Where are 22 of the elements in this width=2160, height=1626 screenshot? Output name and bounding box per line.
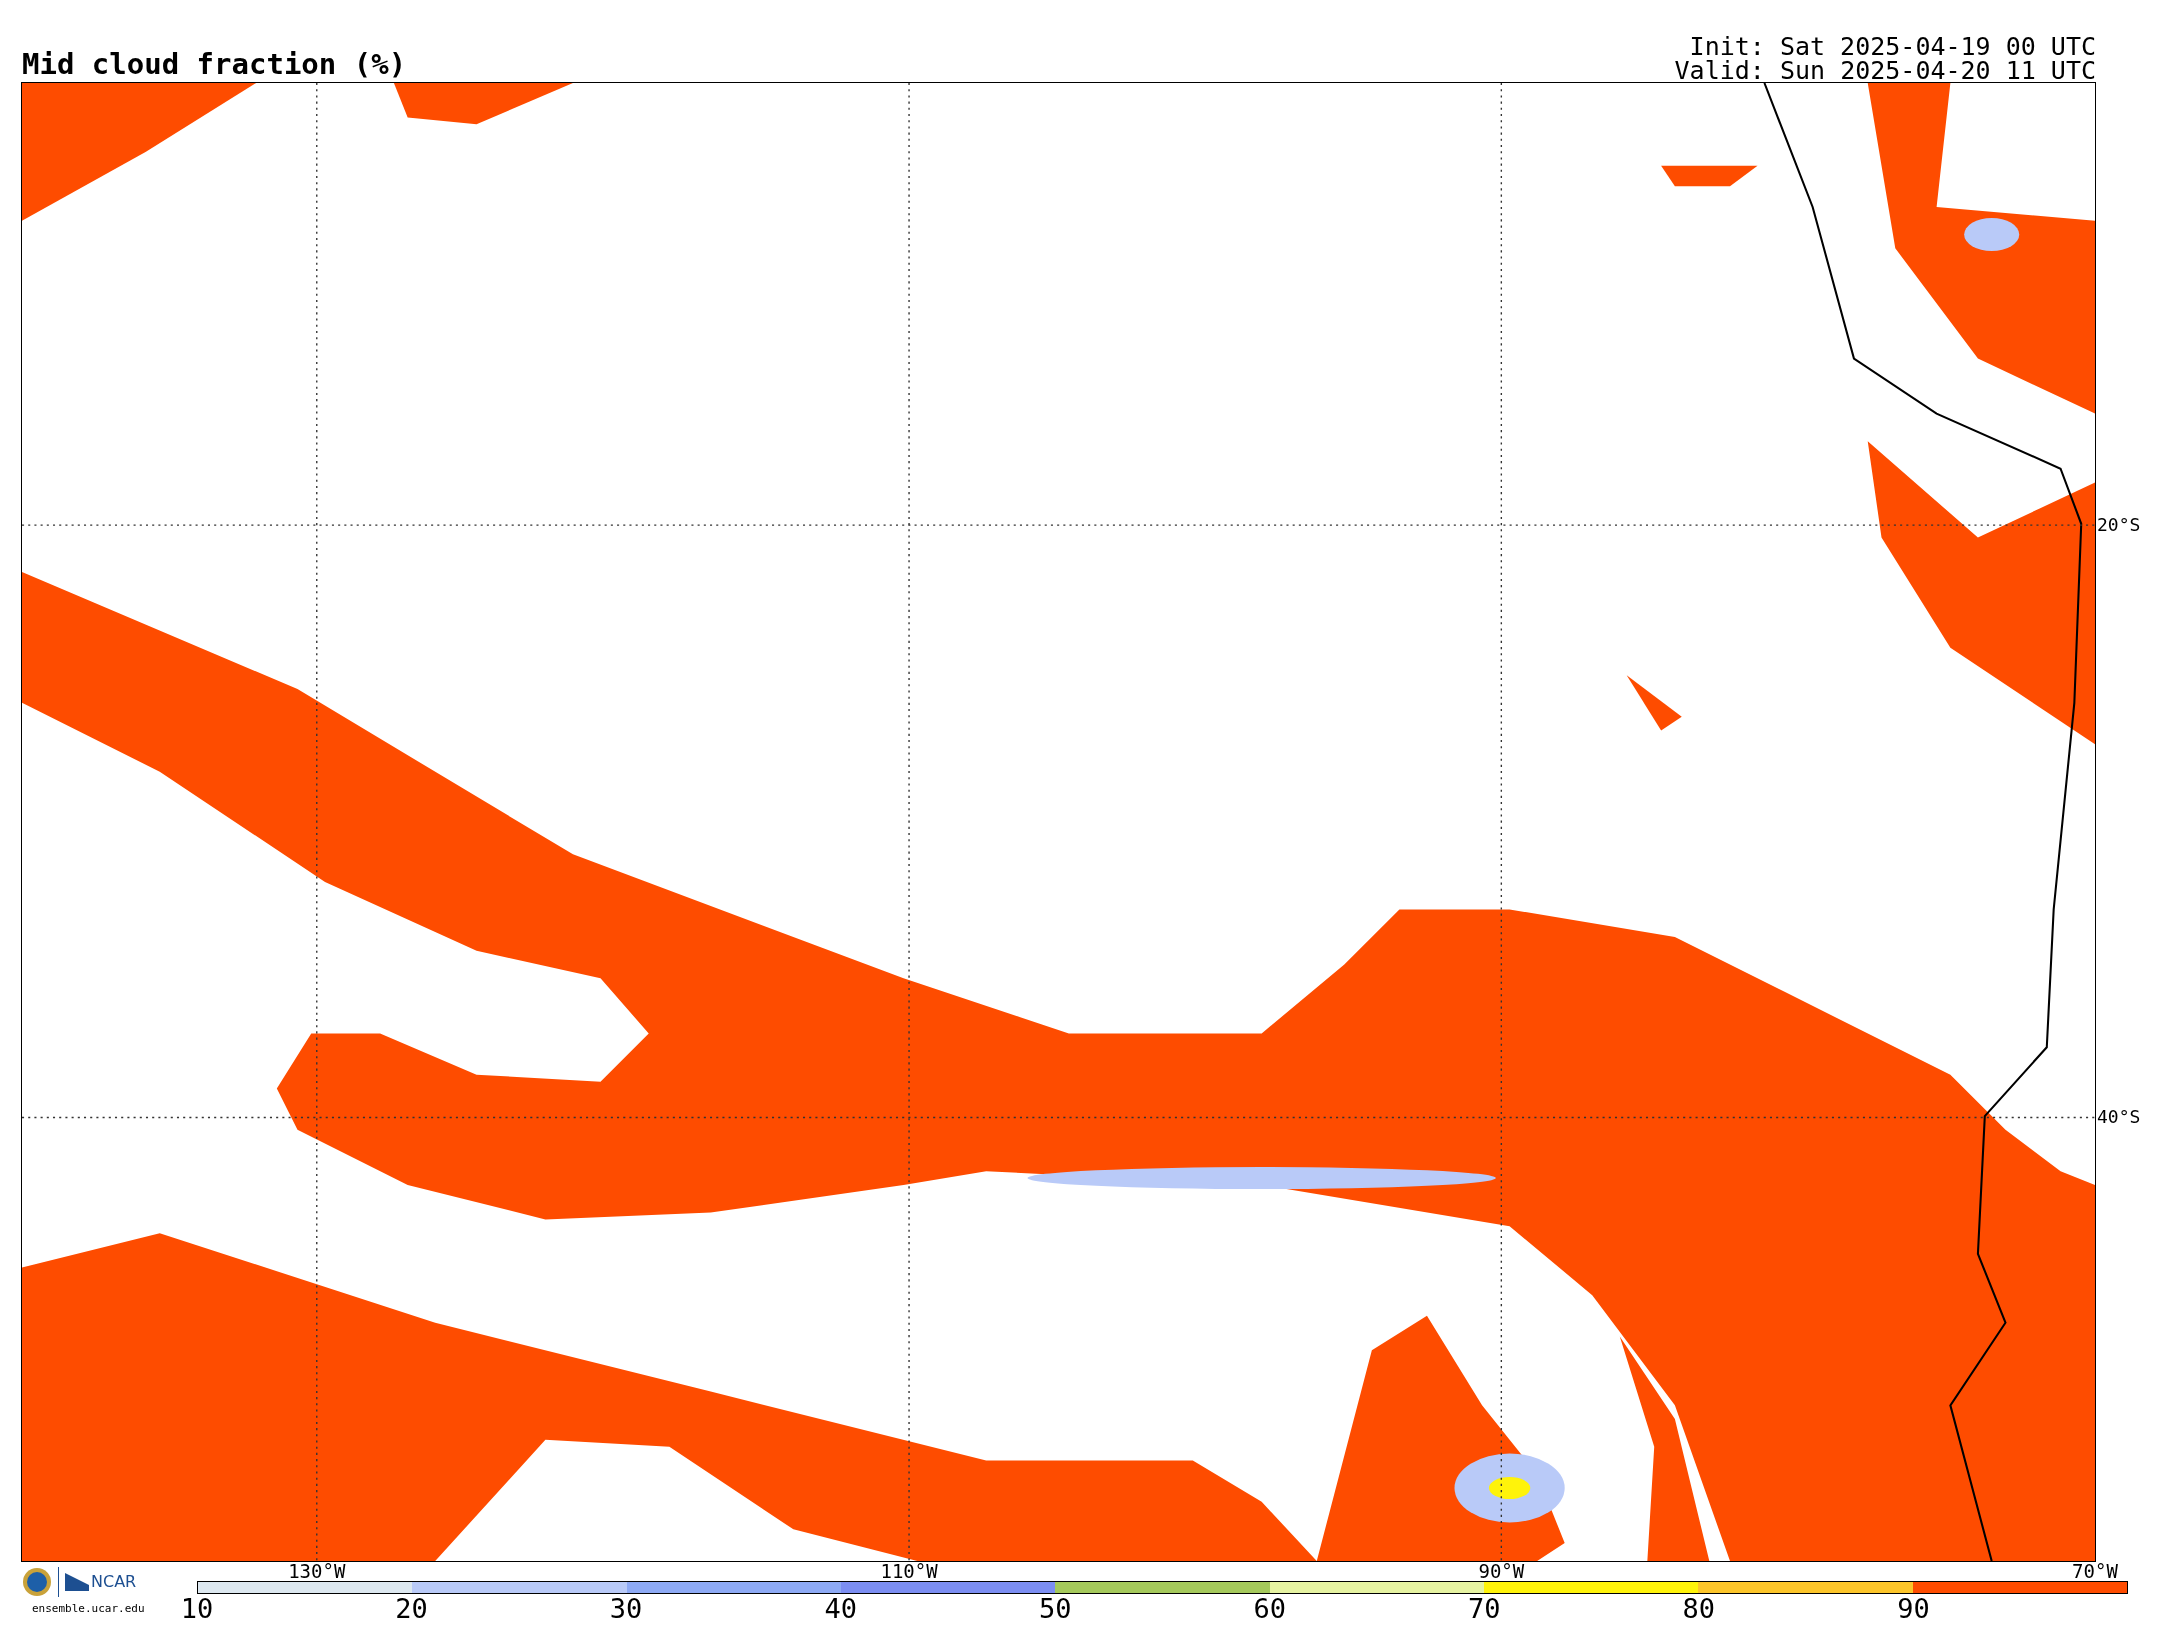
seal-logo-icon <box>22 1567 52 1597</box>
longitude-label: 90°W <box>1478 1562 1525 1581</box>
colorbar-tick-label: 20 <box>395 1595 428 1622</box>
colorbar-tick-label: 10 <box>180 1595 214 1622</box>
colorbar-tick-label: 60 <box>1253 1595 1286 1622</box>
longitude-label: 110°W <box>880 1562 938 1581</box>
colorbar-tick-label: 90 <box>1897 1595 1930 1622</box>
ncar-wordmark: NCAR <box>91 1574 137 1590</box>
longitude-label: 70°W <box>2072 1562 2118 1581</box>
valid-time: Valid: Sun 2025-04-20 11 UTC <box>1674 59 2096 83</box>
latitude-label: 20°S <box>2097 516 2141 535</box>
chart-title: Mid cloud fraction (%) <box>22 50 407 79</box>
longitude-label: 130°W <box>288 1562 346 1581</box>
init-time: Init: Sat 2025-04-19 00 UTC <box>1689 35 2096 59</box>
site-url: ensemble.ucar.edu <box>32 1603 145 1614</box>
latitude-label: 40°S <box>2097 1108 2141 1127</box>
colorbar-tick-label: 40 <box>824 1595 857 1622</box>
colorbar-tick-label: 50 <box>1038 1595 1072 1622</box>
ncar-logo-icon <box>65 1573 89 1591</box>
colorbar-tick-label: 70 <box>1468 1595 1501 1622</box>
colorbar-tick-label: 80 <box>1682 1595 1716 1622</box>
colorbar-tick-label: 30 <box>609 1595 643 1622</box>
